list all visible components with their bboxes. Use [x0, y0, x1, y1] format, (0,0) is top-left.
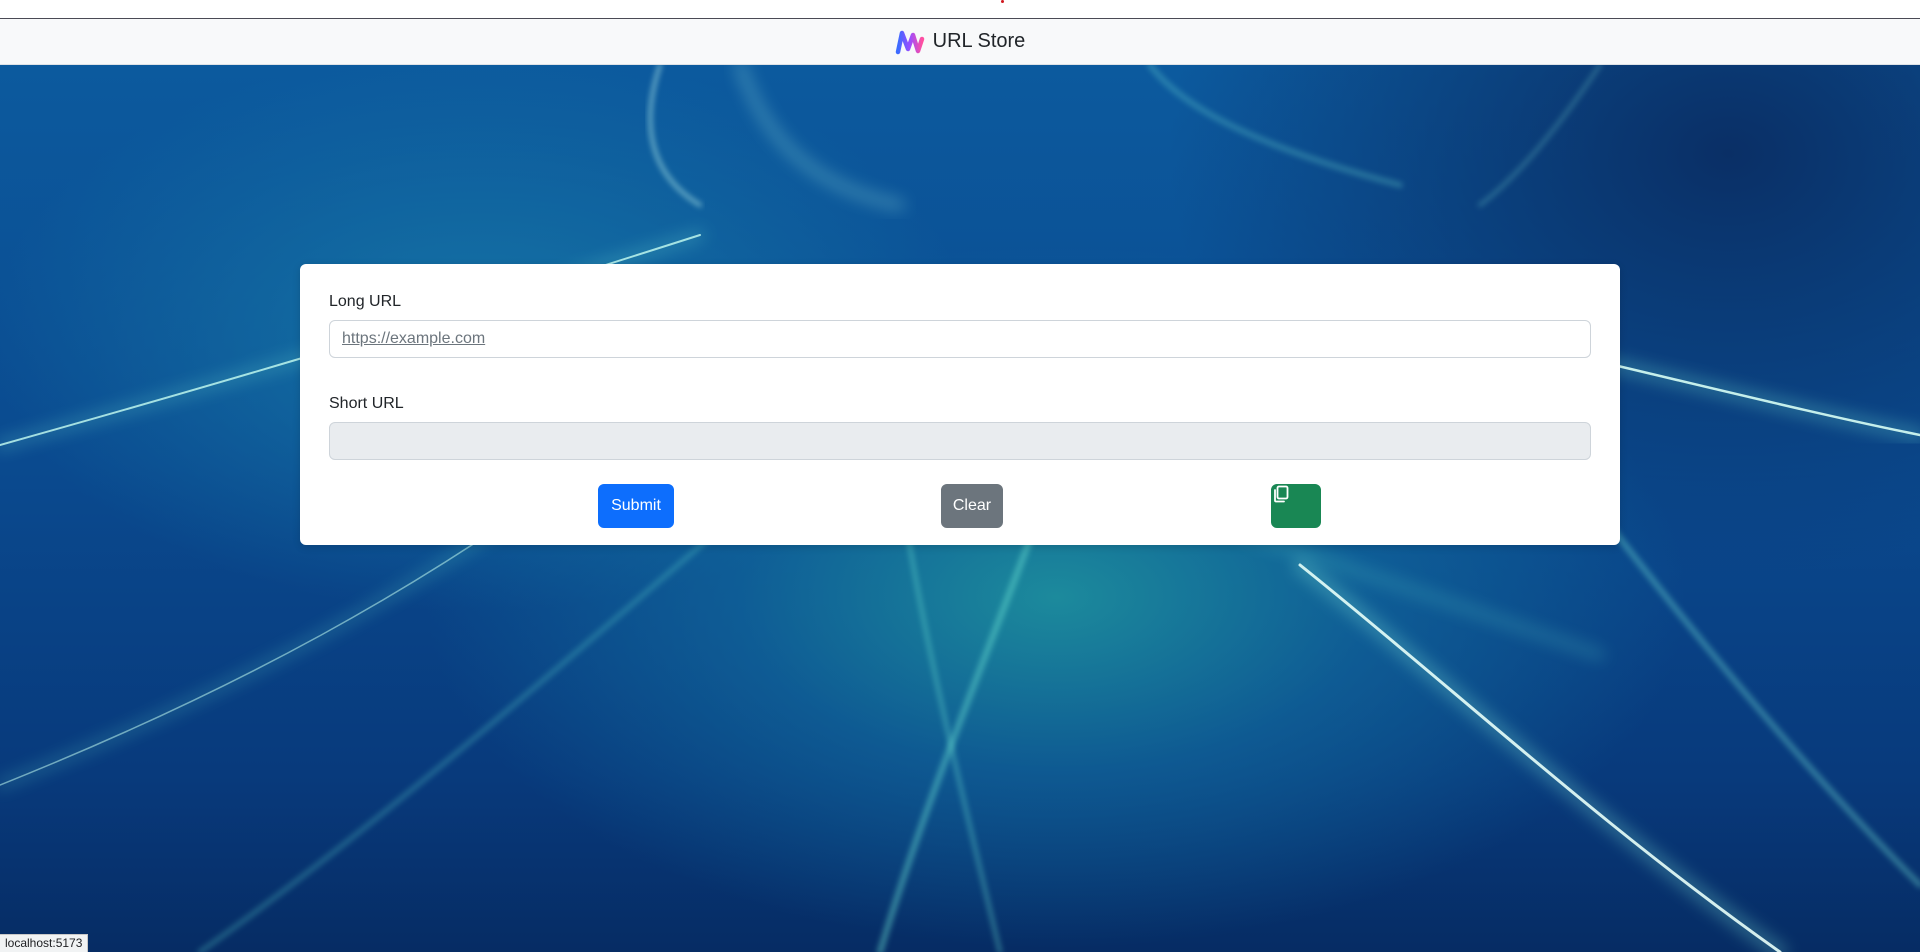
form-actions: Submit Clear: [329, 484, 1591, 528]
browser-top-strip: [0, 0, 1920, 19]
short-url-label: Short URL: [329, 395, 404, 412]
browser-status-bar: localhost:5173: [0, 934, 89, 952]
navbar-brand[interactable]: URL Store: [895, 29, 1026, 55]
short-url-group: Short URL: [329, 394, 1591, 460]
url-form-card: Long URL Short URL Submit Clear: [300, 264, 1620, 545]
short-url-input[interactable]: [329, 422, 1591, 460]
submit-button[interactable]: Submit: [598, 484, 674, 528]
long-url-input[interactable]: [329, 320, 1591, 358]
brand-wave-logo-icon: [895, 30, 924, 54]
copy-button[interactable]: [1271, 484, 1321, 528]
navbar: URL Store: [0, 19, 1920, 65]
brand-name: URL Store: [932, 30, 1026, 52]
clear-button[interactable]: Clear: [941, 484, 1003, 528]
long-url-label: Long URL: [329, 293, 402, 310]
loading-indicator-dot: [1001, 0, 1004, 3]
background-hero: Long URL Short URL Submit Clear: [0, 65, 1920, 952]
long-url-group: Long URL: [329, 292, 1591, 358]
copy-icon: [1274, 485, 1289, 503]
